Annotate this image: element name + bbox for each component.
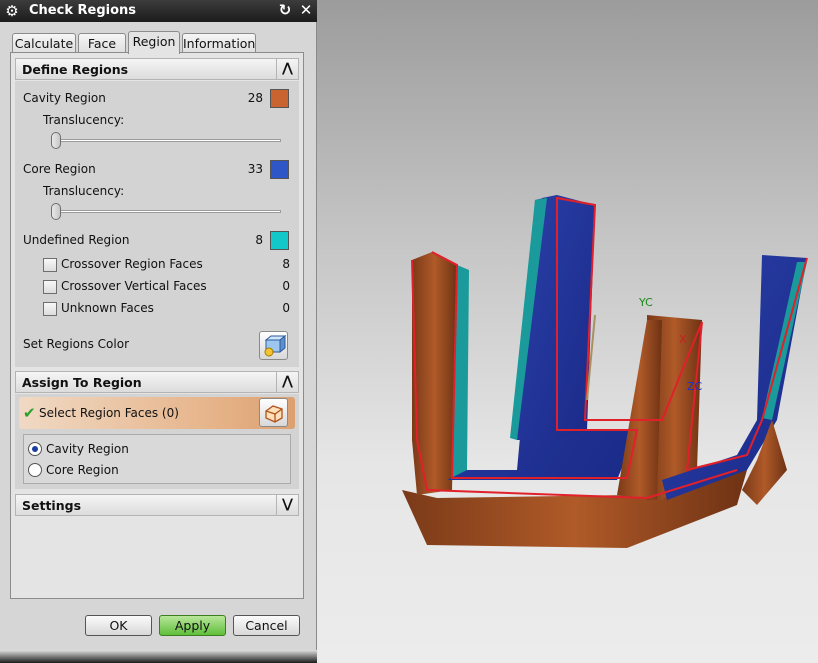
select-region-faces-label: Select Region Faces (0) (39, 406, 179, 420)
cavity-region-radio-label[interactable]: Cavity Region (46, 442, 129, 456)
axis-zc-label: ZC (687, 380, 703, 393)
crossover-vertical-faces-checkbox[interactable] (43, 280, 57, 294)
region-radio-group: Cavity Region Core Region (23, 434, 291, 484)
check-regions-dialog: ⚙ Check Regions ↻ ✕ Calculate Face Regio… (0, 0, 317, 663)
core-translucency-label: Translucency: (43, 184, 125, 198)
axis-yc-label: YC (638, 296, 653, 309)
core-translucency-thumb[interactable] (51, 203, 61, 220)
settings-header[interactable]: Settings ⋁ (15, 494, 299, 516)
cavity-region-count: 28 (247, 91, 263, 105)
left-wall (412, 252, 457, 495)
select-region-faces-row[interactable]: ✔ Select Region Faces (0) (19, 397, 295, 429)
checkmark-icon: ✔ (23, 404, 36, 422)
axis-x-label: X (679, 333, 687, 346)
crossover-vertical-faces-count: 0 (282, 279, 290, 293)
assign-to-region-header[interactable]: Assign To Region ⋀ (15, 371, 299, 393)
cavity-region-label: Cavity Region (23, 91, 106, 105)
apply-button[interactable]: Apply (159, 615, 226, 636)
assign-to-region-title: Assign To Region (22, 375, 142, 390)
define-regions-body: Cavity Region 28 Translucency: Core Regi… (15, 81, 299, 367)
undefined-color-swatch[interactable] (270, 231, 289, 250)
graphics-viewport[interactable]: YC X ZC (317, 0, 818, 663)
unknown-faces-count: 0 (282, 301, 290, 315)
crossover-region-faces-count: 8 (282, 257, 290, 271)
tab-face[interactable]: Face (78, 33, 126, 53)
dialog-title-bar[interactable]: ⚙ Check Regions ↻ ✕ (0, 0, 317, 22)
undefined-region-count: 8 (255, 233, 263, 247)
chevron-up-icon[interactable]: ⋀ (276, 371, 298, 393)
assign-to-region-body: ✔ Select Region Faces (0) Cavity Region … (15, 394, 299, 489)
define-regions-header[interactable]: Define Regions ⋀ (15, 58, 299, 80)
right-middle-front (617, 320, 662, 500)
core-region-radio[interactable] (28, 463, 42, 477)
settings-title: Settings (22, 498, 82, 513)
core-color-swatch[interactable] (270, 160, 289, 179)
close-icon[interactable]: ✕ (297, 2, 315, 20)
part-model[interactable]: YC X ZC (317, 0, 818, 663)
cancel-button[interactable]: Cancel (233, 615, 300, 636)
crossover-region-faces-checkbox[interactable] (43, 258, 57, 272)
core-region-label: Core Region (23, 162, 96, 176)
tab-information[interactable]: Information (182, 33, 256, 53)
chevron-down-icon[interactable]: ⋁ (276, 494, 298, 516)
cavity-translucency-slider[interactable] (51, 139, 281, 142)
crossover-vertical-faces-label: Crossover Vertical Faces (61, 279, 207, 293)
cavity-region-radio[interactable] (28, 442, 42, 456)
define-regions-title: Define Regions (22, 62, 129, 77)
crossover-region-faces-label: Crossover Region Faces (61, 257, 203, 271)
face-select-icon[interactable] (259, 398, 288, 427)
ok-button[interactable]: OK (85, 615, 152, 636)
reset-icon[interactable]: ↻ (276, 2, 294, 20)
core-region-count: 33 (247, 162, 263, 176)
dialog-bottom-edge (0, 650, 317, 663)
core-region-radio-label[interactable]: Core Region (46, 463, 119, 477)
cavity-translucency-label: Translucency: (43, 113, 125, 127)
set-regions-color-label: Set Regions Color (23, 337, 129, 351)
core-translucency-slider[interactable] (51, 210, 281, 213)
palette-icon[interactable] (259, 331, 288, 360)
cavity-translucency-thumb[interactable] (51, 132, 61, 149)
chevron-up-icon[interactable]: ⋀ (276, 58, 298, 80)
unknown-faces-checkbox[interactable] (43, 302, 57, 316)
region-tab-panel: Define Regions ⋀ Cavity Region 28 Transl… (10, 52, 304, 599)
tab-calculate[interactable]: Calculate (12, 33, 76, 53)
tab-region[interactable]: Region (128, 31, 180, 54)
cavity-color-swatch[interactable] (270, 89, 289, 108)
gear-icon[interactable]: ⚙ (3, 2, 21, 20)
unknown-faces-label: Unknown Faces (61, 301, 154, 315)
dialog-title: Check Regions (29, 3, 137, 18)
undefined-region-label: Undefined Region (23, 233, 130, 247)
